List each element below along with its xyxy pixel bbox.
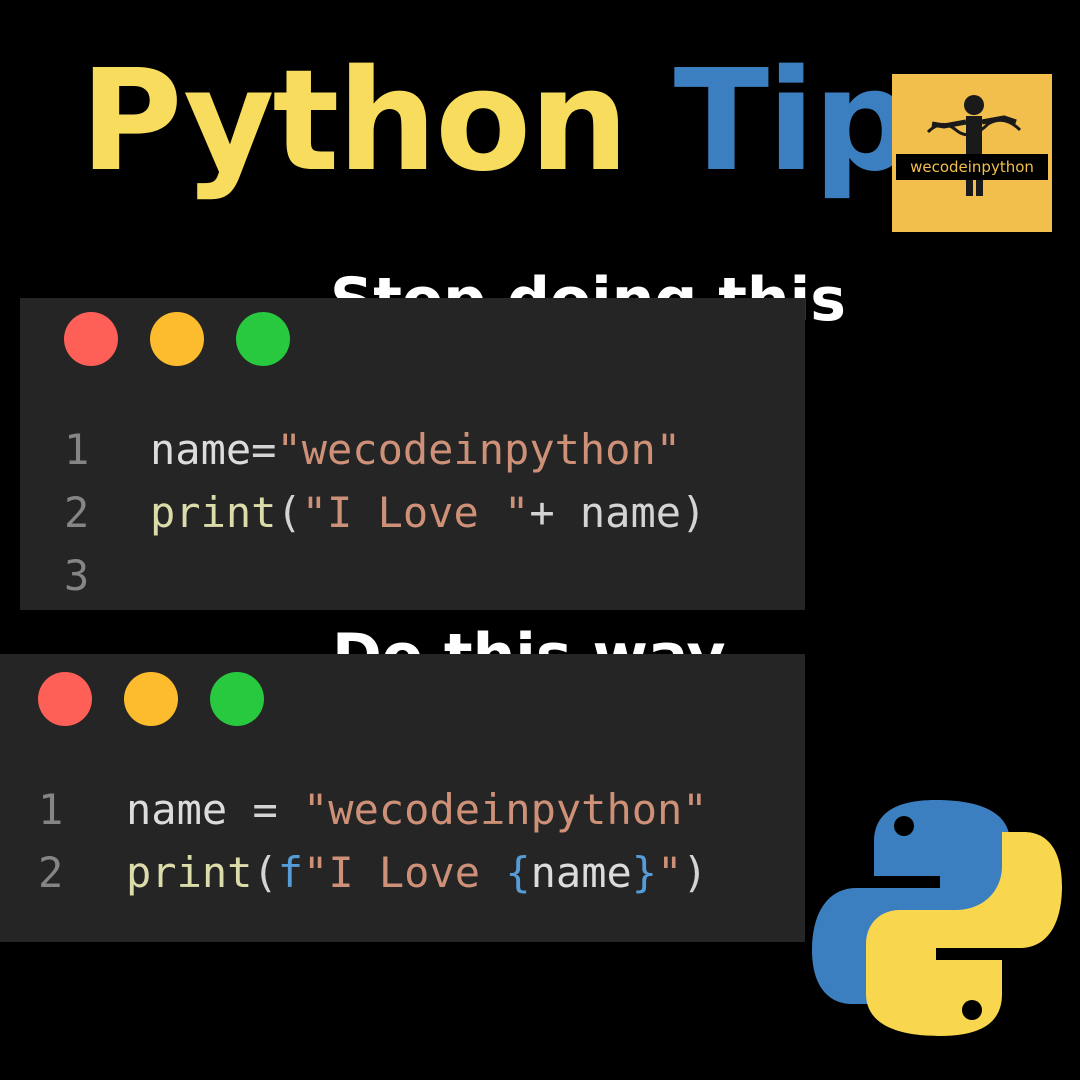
window-minimize-dot [150, 312, 204, 366]
code-token: ( [276, 488, 302, 537]
code-token: print [126, 848, 253, 897]
window-minimize-dot [124, 672, 178, 726]
code-line-2: print(f"I Love {name}") [126, 841, 708, 904]
line-number: 1 [38, 785, 64, 834]
badge-label: wecodeinpython [896, 154, 1048, 180]
python-logo-icon [812, 800, 1062, 1036]
window-close-dot [38, 672, 92, 726]
code-token: "wecodeinpython" [276, 425, 682, 474]
code-token: f [277, 848, 304, 897]
window-maximize-dot [236, 312, 290, 366]
line-number: 2 [64, 488, 90, 537]
window-maximize-dot [210, 672, 264, 726]
code-line-2: print("I Love "+ name) [150, 481, 706, 544]
code-line-1: name = "wecodeinpython" [126, 778, 708, 841]
code-token: "I Love [303, 848, 506, 897]
stick-figure-icon [926, 95, 1022, 196]
code-token: print [150, 488, 277, 537]
code-line-1: name="wecodeinpython" [150, 418, 681, 481]
line-number: 3 [64, 551, 90, 600]
title-word-tip: Tip [673, 40, 914, 203]
code-token: { [505, 848, 531, 897]
code-token: } [631, 848, 658, 897]
code-token: "wecodeinpython" [303, 785, 708, 834]
code-token: name [530, 848, 632, 897]
code-token: + name) [529, 488, 707, 537]
line-number: 2 [38, 848, 64, 897]
page-title: Python Tip [80, 52, 913, 192]
code-token: ) [682, 848, 708, 897]
code-token: = [251, 425, 277, 474]
window-close-dot [64, 312, 118, 366]
code-token: = [227, 785, 304, 834]
code-panel-bad: 1 2 3 name="wecodeinpython" print("I Lov… [20, 298, 805, 610]
code-token: name [150, 425, 252, 474]
code-token: " [657, 848, 683, 897]
code-panel-good: 1 2 name = "wecodeinpython" print(f"I Lo… [0, 654, 805, 942]
code-token: ( [252, 848, 278, 897]
code-token: name [126, 785, 228, 834]
code-token: "I Love " [301, 488, 530, 537]
line-number: 1 [64, 425, 90, 474]
brand-badge: wecodeinpython [892, 74, 1052, 232]
title-word-python: Python [80, 40, 629, 203]
